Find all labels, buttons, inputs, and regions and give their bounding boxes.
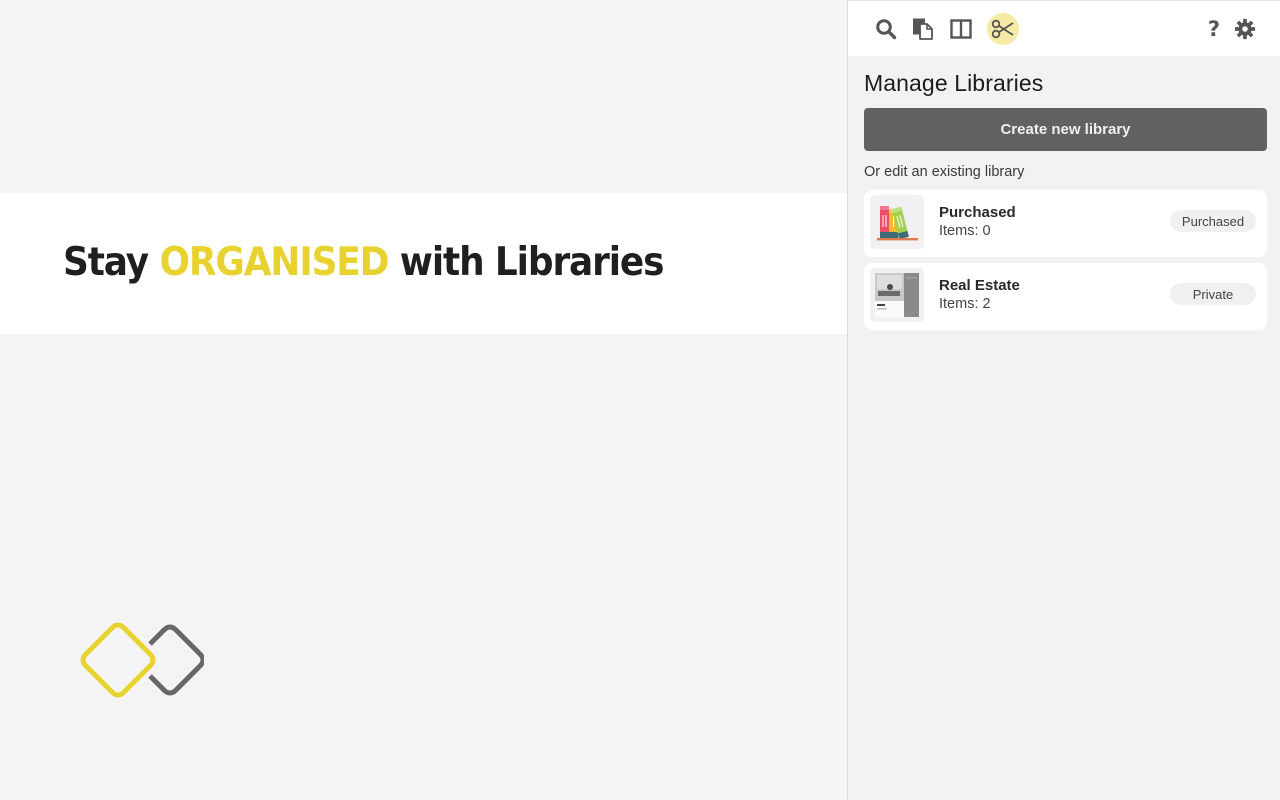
library-visibility-badge: Purchased	[1170, 210, 1256, 232]
search-button[interactable]	[870, 13, 902, 45]
library-thumbnail	[870, 195, 924, 249]
promo-title-prefix: Stay	[63, 240, 160, 285]
promo-title-suffix: with Libraries	[388, 240, 665, 285]
library-name: Real Estate	[939, 277, 1020, 294]
library-item[interactable]: Purchased Items: 0 Purchased	[864, 190, 1267, 257]
help-icon: ?	[1207, 17, 1221, 41]
copy-documents-icon	[913, 18, 933, 40]
books-icon	[877, 206, 918, 241]
settings-button[interactable]	[1229, 13, 1261, 45]
search-icon	[876, 19, 897, 40]
library-name: Purchased	[939, 204, 1016, 221]
split-view-button[interactable]	[945, 13, 977, 45]
help-button[interactable]: ?	[1198, 13, 1230, 45]
app-screen: Stay ORGANISED with Libraries ? Manage L…	[0, 0, 1280, 800]
libraries-panel: ? Manage Libraries Create new library Or…	[847, 0, 1280, 800]
panel-toolbar: ?	[848, 1, 1280, 56]
linked-diamonds-logo-icon	[80, 622, 204, 698]
clip-button[interactable]	[987, 13, 1019, 45]
documents-button[interactable]	[907, 13, 939, 45]
columns-icon	[950, 19, 972, 39]
promo-title: Stay ORGANISED with Libraries	[63, 240, 665, 285]
real-estate-thumbnail-icon	[875, 273, 919, 317]
create-library-button[interactable]: Create new library	[864, 108, 1267, 151]
scissors-icon	[991, 19, 1014, 39]
library-visibility-badge: Private	[1170, 283, 1256, 305]
library-thumbnail	[870, 268, 924, 322]
gear-icon	[1234, 18, 1256, 40]
library-item-count: Items: 0	[939, 223, 991, 239]
panel-title: Manage Libraries	[864, 70, 1044, 96]
promo-title-accent: ORGANISED	[159, 240, 389, 285]
library-item-count: Items: 2	[939, 296, 991, 312]
library-item[interactable]: Real Estate Items: 2 Private	[864, 263, 1267, 330]
panel-body: Manage Libraries Create new library Or e…	[848, 70, 1280, 330]
edit-existing-label: Or edit an existing library	[864, 164, 1025, 180]
